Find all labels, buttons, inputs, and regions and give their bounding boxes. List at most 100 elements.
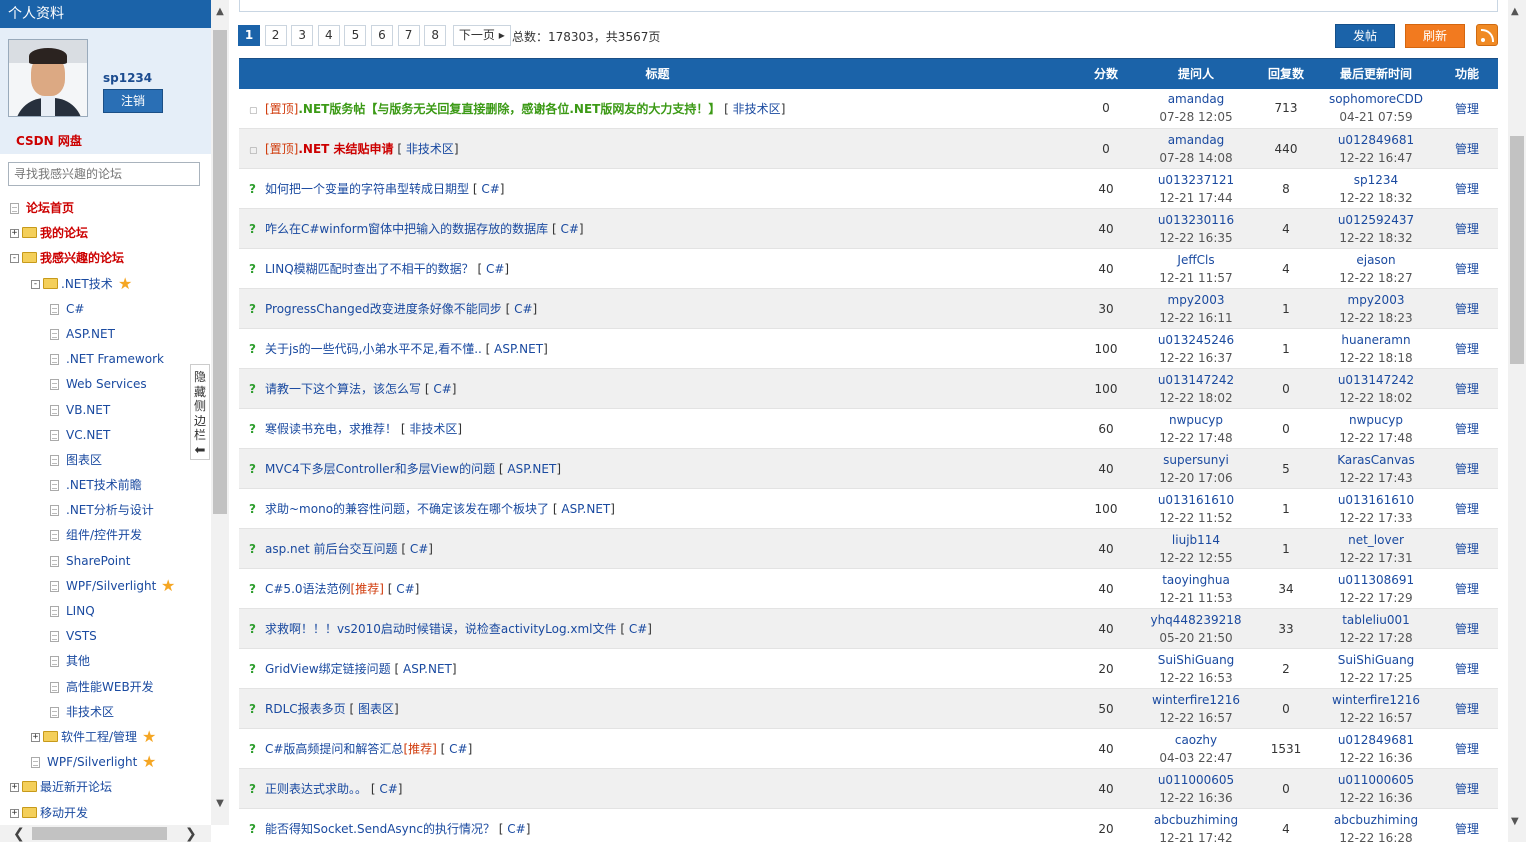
- tree-item[interactable]: WPF/Silverlight ★: [0, 574, 211, 599]
- asker-link[interactable]: amandag: [1136, 90, 1256, 108]
- asker-link[interactable]: caozhy: [1136, 731, 1256, 749]
- tree-item-label[interactable]: .NET技术: [61, 272, 113, 297]
- tree-item[interactable]: 论坛首页: [0, 196, 211, 221]
- rss-icon[interactable]: [1476, 24, 1498, 46]
- sidebar-vertical-scrollbar[interactable]: ▲ ▼: [211, 0, 229, 825]
- board-link[interactable]: 非技术区: [406, 142, 454, 156]
- manage-link[interactable]: 管理: [1455, 662, 1479, 676]
- tree-item-label[interactable]: VB.NET: [66, 398, 110, 423]
- tree-item-label[interactable]: 移动开发: [40, 801, 88, 826]
- asker-link[interactable]: SuiShiGuang: [1136, 651, 1256, 669]
- last-user-link[interactable]: KarasCanvas: [1316, 451, 1436, 469]
- tree-item[interactable]: .NET技术前瞻: [0, 473, 211, 498]
- last-user-link[interactable]: u012849681: [1316, 731, 1436, 749]
- board-link[interactable]: 非技术区: [733, 102, 781, 116]
- last-user-link[interactable]: net_lover: [1316, 531, 1436, 549]
- last-user-link[interactable]: sophomoreCDD: [1316, 90, 1436, 108]
- page-link[interactable]: 7: [397, 25, 420, 46]
- tree-item-label[interactable]: ASP.NET: [66, 322, 115, 347]
- last-user-link[interactable]: winterfire1216: [1316, 691, 1436, 709]
- tree-item-label[interactable]: .NET技术前瞻: [66, 473, 142, 498]
- sidebar-horizontal-scrollbar[interactable]: ❮ ❯: [0, 825, 211, 842]
- topic-title-link[interactable]: 关于js的一些代码,小弟水平不足,看不懂..: [265, 342, 482, 356]
- tree-item[interactable]: + 我的论坛: [0, 221, 211, 246]
- board-link[interactable]: ASP.NET: [507, 462, 556, 476]
- tree-item[interactable]: .NET分析与设计: [0, 498, 211, 523]
- last-user-link[interactable]: u013147242: [1316, 371, 1436, 389]
- tree-item-label[interactable]: 论坛首页: [26, 196, 74, 221]
- chevron-right-icon[interactable]: ❯: [185, 826, 197, 842]
- manage-link[interactable]: 管理: [1455, 542, 1479, 556]
- asker-link[interactable]: nwpucyp: [1136, 411, 1256, 429]
- tree-item[interactable]: VB.NET: [0, 398, 211, 423]
- tree-item[interactable]: VSTS: [0, 624, 211, 649]
- expand-icon[interactable]: +: [10, 783, 19, 793]
- last-user-link[interactable]: tableliu001: [1316, 611, 1436, 629]
- page-link[interactable]: 4: [317, 25, 340, 46]
- page-vertical-scrollbar[interactable]: ▲ ▼: [1508, 0, 1526, 842]
- chevron-down-icon[interactable]: ▼: [214, 798, 226, 812]
- board-link[interactable]: C#: [486, 262, 504, 276]
- board-link[interactable]: ASP.NET: [403, 662, 452, 676]
- asker-link[interactable]: mpy2003: [1136, 291, 1256, 309]
- topic-title-link[interactable]: 寒假读书充电，求推荐！: [265, 422, 397, 436]
- topic-title-link[interactable]: asp.net 前后台交互问题: [265, 542, 398, 556]
- board-link[interactable]: C#: [560, 222, 578, 236]
- tree-item[interactable]: 其他: [0, 649, 211, 674]
- topic-title-link[interactable]: MVC4下多层Controller和多层View的问题: [265, 462, 495, 476]
- chevron-up-icon[interactable]: ▲: [214, 6, 226, 20]
- board-link[interactable]: ASP.NET: [494, 342, 543, 356]
- last-user-link[interactable]: huaneramn: [1316, 331, 1436, 349]
- asker-link[interactable]: JeffCls: [1136, 251, 1256, 269]
- refresh-button[interactable]: 刷新: [1405, 24, 1465, 48]
- manage-link[interactable]: 管理: [1455, 582, 1479, 596]
- last-user-link[interactable]: SuiShiGuang: [1316, 651, 1436, 669]
- asker-link[interactable]: supersunyi: [1136, 451, 1256, 469]
- forum-search-input[interactable]: [8, 162, 200, 186]
- tree-item[interactable]: .NET Framework: [0, 347, 211, 372]
- asker-link[interactable]: u013237121: [1136, 171, 1256, 189]
- last-user-link[interactable]: mpy2003: [1316, 291, 1436, 309]
- collapse-icon[interactable]: -: [31, 279, 40, 289]
- manage-link[interactable]: 管理: [1455, 382, 1479, 396]
- board-link[interactable]: C#: [433, 382, 451, 396]
- tree-item-label[interactable]: WPF/Silverlight: [47, 750, 137, 775]
- manage-link[interactable]: 管理: [1455, 702, 1479, 716]
- chevron-down-icon[interactable]: ▼: [1511, 816, 1519, 827]
- tree-item[interactable]: VC.NET: [0, 423, 211, 448]
- topic-title-link[interactable]: RDLC报表多页: [265, 702, 346, 716]
- netdisk-link[interactable]: CSDN 网盘: [16, 132, 82, 149]
- topic-title-link[interactable]: .NET 未结贴申请: [298, 142, 393, 156]
- last-user-link[interactable]: ejason: [1316, 251, 1436, 269]
- page-link[interactable]: 6: [371, 25, 393, 46]
- board-link[interactable]: C#: [396, 582, 414, 596]
- board-link[interactable]: 图表区: [358, 702, 394, 716]
- topic-title-link[interactable]: 如何把一个变量的字符串型转成日期型: [265, 182, 469, 196]
- tree-item-label[interactable]: .NET Framework: [66, 347, 164, 372]
- board-link[interactable]: C#: [410, 542, 428, 556]
- board-link[interactable]: C#: [507, 822, 525, 836]
- asker-link[interactable]: u013147242: [1136, 371, 1256, 389]
- tree-item-label[interactable]: 我的论坛: [40, 221, 88, 246]
- tree-item-label[interactable]: VSTS: [66, 624, 97, 649]
- tree-item[interactable]: 非技术区: [0, 700, 211, 725]
- tree-item[interactable]: 组件/控件开发: [0, 523, 211, 548]
- topic-title-link[interactable]: 能否得知Socket.SendAsync的执行情况？: [265, 822, 495, 836]
- manage-link[interactable]: 管理: [1455, 222, 1479, 236]
- scroll-thumb[interactable]: [32, 827, 167, 840]
- topic-title-link[interactable]: 咋么在C#winform窗体中把输入的数据存放的数据库: [265, 222, 548, 236]
- page-link[interactable]: 5: [344, 25, 367, 46]
- topic-title-link[interactable]: C#5.0语法范例: [265, 582, 351, 596]
- page-link[interactable]: 1: [238, 25, 260, 46]
- topic-title-link[interactable]: ProgressChanged改变进度条好像不能同步: [265, 302, 502, 316]
- tree-item-label[interactable]: 组件/控件开发: [66, 523, 142, 548]
- tree-item[interactable]: 高性能WEB开发: [0, 675, 211, 700]
- tree-item[interactable]: + 最近新开论坛: [0, 775, 211, 800]
- tree-item-label[interactable]: 非技术区: [66, 700, 114, 725]
- tree-item-label[interactable]: 图表区: [66, 448, 102, 473]
- board-link[interactable]: C#: [481, 182, 499, 196]
- scroll-thumb[interactable]: [213, 30, 227, 514]
- topic-title-link[interactable]: 请教一下这个算法，该怎么写: [265, 382, 421, 396]
- asker-link[interactable]: winterfire1216: [1136, 691, 1256, 709]
- expand-icon[interactable]: +: [31, 732, 40, 742]
